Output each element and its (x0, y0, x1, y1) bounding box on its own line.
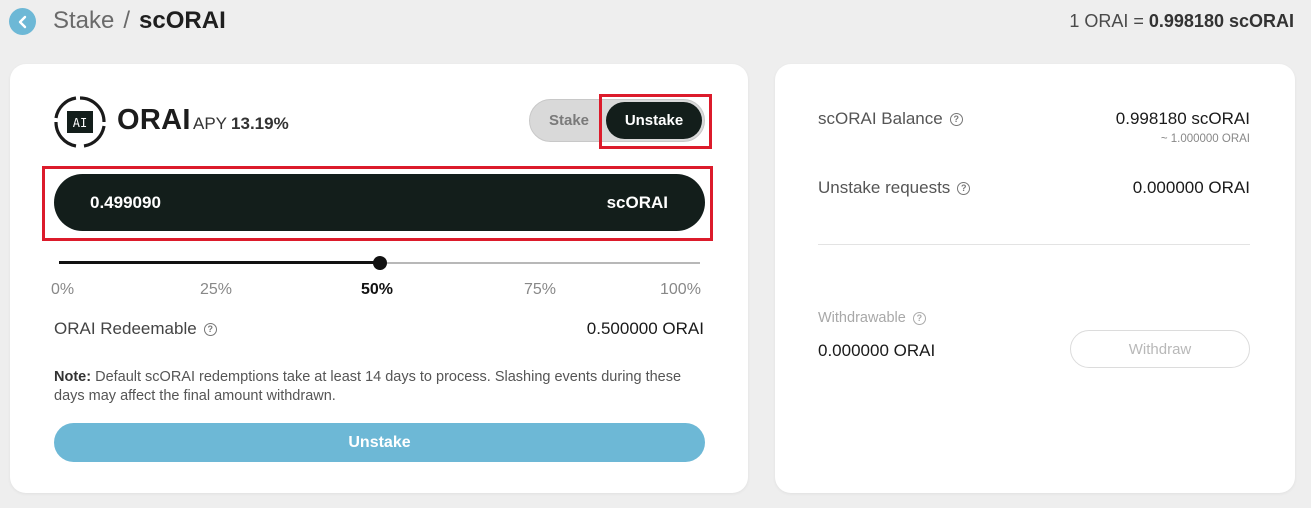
balance-panel: scORAI Balance ? 0.998180 scORAI ~ 1.000… (775, 64, 1295, 493)
token-name: ORAI (117, 104, 191, 136)
percent-slider[interactable] (59, 256, 700, 272)
apy-label: APY (193, 114, 228, 133)
slider-thumb[interactable] (372, 256, 387, 270)
slider-tick[interactable]: 25% (200, 281, 232, 299)
help-icon[interactable]: ? (957, 181, 971, 195)
unstake-requests-label-text: Unstake requests (818, 178, 951, 197)
note-text: Default scORAI redemptions take at least… (54, 369, 682, 404)
highlight-box-toggle (599, 94, 712, 149)
note-label: Note: (54, 369, 92, 385)
redeemable-label-text: ORAI Redeemable (54, 319, 197, 338)
balance-label: scORAI Balance ? (818, 109, 963, 129)
stake-panel: AI ORAI APY13.19% Stake Unstake scORAI 0… (10, 64, 748, 493)
withdrawable-label-text: Withdrawable (818, 310, 906, 326)
redemption-note: Note: Default scORAI redemptions take at… (54, 368, 704, 406)
breadcrumb-current: scORAI (139, 7, 226, 34)
unstake-submit-button[interactable]: Unstake (54, 423, 705, 462)
divider (818, 244, 1250, 245)
exchange-rate: 1 ORAI = 0.998180 scORAI (1069, 11, 1294, 32)
orai-logo-text: AI (73, 116, 87, 130)
apy-value: 13.19% (231, 114, 289, 133)
apy: APY 13.19% (193, 114, 289, 134)
chevron-left-icon (18, 15, 26, 28)
breadcrumb-separator: / (123, 7, 131, 34)
breadcrumb-parent[interactable]: Stake (53, 7, 114, 34)
balance-value: 0.998180 scORAI (1115, 109, 1250, 128)
withdraw-button[interactable]: Withdraw (1070, 330, 1250, 368)
orai-logo-icon: AI (54, 96, 106, 148)
slider-fill (59, 261, 380, 264)
highlight-box-amount (42, 166, 713, 241)
balance-equivalent: ~ 1.000000 ORAI (1160, 133, 1250, 145)
withdrawable-value: 0.000000 ORAI (818, 341, 936, 360)
unstake-requests-label: Unstake requests ? (818, 178, 971, 198)
unstake-requests-value: 0.000000 ORAI (1132, 178, 1250, 197)
breadcrumb: Stake / scORAI (53, 6, 226, 36)
back-button[interactable] (9, 8, 36, 35)
slider-tick[interactable]: 100% (660, 281, 701, 299)
balance-label-text: scORAI Balance (818, 109, 943, 128)
slider-tick[interactable]: 50% (361, 281, 393, 299)
slider-tick[interactable]: 75% (524, 281, 556, 299)
help-icon[interactable]: ? (912, 311, 926, 325)
withdrawable-label: Withdrawable ? (818, 310, 926, 326)
help-icon[interactable]: ? (949, 112, 963, 126)
redeemable-value: 0.500000 ORAI (586, 319, 704, 338)
tab-stake[interactable]: Stake (530, 100, 608, 141)
exchange-rate-prefix: 1 ORAI = (1069, 11, 1149, 31)
help-icon[interactable]: ? (203, 322, 217, 336)
exchange-rate-value: 0.998180 scORAI (1148, 11, 1294, 31)
top-bar: Stake / scORAI 1 ORAI = 0.998180 scORAI (0, 0, 1311, 44)
redeemable-label: ORAI Redeemable ? (54, 319, 217, 339)
slider-tick[interactable]: 0% (51, 281, 74, 299)
